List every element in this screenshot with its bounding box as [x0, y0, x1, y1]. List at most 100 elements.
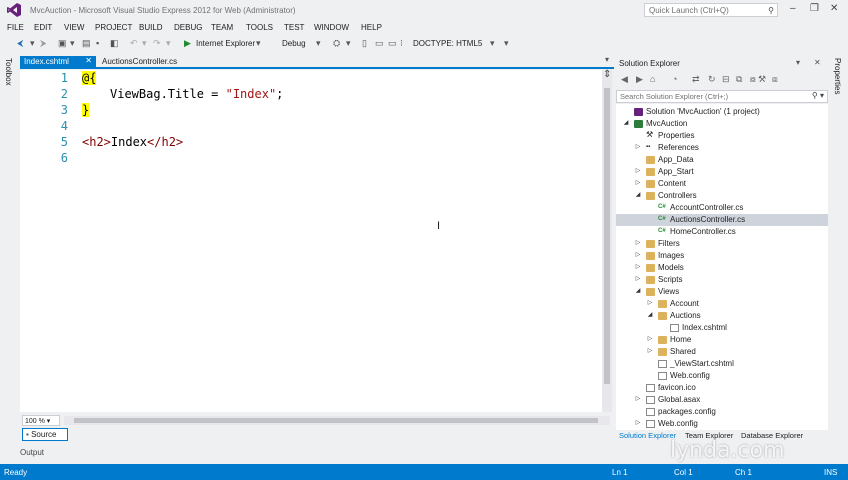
split-window-icon[interactable]: ⇕ — [603, 70, 611, 80]
collapsed-arrow-icon[interactable]: ▷ — [634, 167, 642, 174]
preview-selected-icon[interactable]: ⧈ — [772, 74, 778, 85]
menu-debug[interactable]: DEBUG — [174, 23, 202, 32]
back-icon[interactable]: ◀ — [621, 74, 628, 85]
tree-node[interactable]: ⚒ Properties — [616, 130, 828, 142]
scrollbar-thumb[interactable] — [604, 88, 610, 384]
tree-node[interactable]: Web.config — [616, 370, 828, 382]
scrollbar-thumb[interactable] — [74, 418, 598, 423]
collapsed-arrow-icon[interactable]: ▷ — [634, 179, 642, 186]
redo-icon[interactable]: ↷ — [153, 38, 161, 49]
properties-tab[interactable]: Properties — [833, 58, 842, 94]
collapsed-arrow-icon[interactable]: ▷ — [634, 143, 642, 150]
tree-node[interactable]: Index.cshtml — [616, 322, 828, 334]
tree-node[interactable]: ▷ Home — [616, 334, 828, 346]
view-code-icon[interactable]: ⧇ — [750, 74, 756, 85]
tree-node[interactable]: ◢ Controllers — [616, 190, 828, 202]
save-icon[interactable]: ▪ — [96, 38, 99, 48]
tab-solution-explorer[interactable]: Solution Explorer — [619, 431, 676, 440]
tree-node[interactable]: C# AccountController.cs — [616, 202, 828, 214]
redo-dropdown-icon[interactable]: ▾ — [166, 38, 171, 49]
collapsed-arrow-icon[interactable]: ▷ — [634, 395, 642, 402]
collapsed-arrow-icon[interactable]: ▷ — [634, 251, 642, 258]
menu-help[interactable]: HELP — [361, 23, 382, 32]
tree-node[interactable]: App_Data — [616, 154, 828, 166]
tree-node[interactable]: C# HomeController.cs — [616, 226, 828, 238]
browser-link-dropdown-icon[interactable]: ▾ — [346, 38, 351, 49]
collapsed-arrow-icon[interactable]: ▷ — [634, 419, 642, 426]
menu-project[interactable]: PROJECT — [95, 23, 132, 32]
indent-icon[interactable]: ⁝ — [400, 38, 403, 49]
doctype-dropdown-icon[interactable]: ▾ — [490, 38, 495, 49]
configuration-selector[interactable]: Debug — [282, 39, 306, 48]
browser-selector[interactable]: Internet Explorer — [196, 39, 255, 48]
close-icon[interactable]: ✕ — [85, 56, 92, 65]
quick-launch-input[interactable]: Quick Launch (Ctrl+Q) ⚲ — [644, 3, 778, 17]
back-icon[interactable]: ⮜ — [17, 38, 23, 49]
tree-node[interactable]: packages.config — [616, 406, 828, 418]
pending-changes-icon[interactable]: ◔ — [672, 74, 677, 84]
collapsed-arrow-icon[interactable]: ▷ — [634, 263, 642, 270]
new-dropdown-icon[interactable]: ▾ — [70, 38, 75, 49]
menu-build[interactable]: BUILD — [139, 23, 163, 32]
menu-tools[interactable]: TOOLS — [246, 23, 273, 32]
collapsed-arrow-icon[interactable]: ▷ — [634, 239, 642, 246]
tab-index-cshtml[interactable]: Index.cshtml ✕ — [20, 56, 96, 68]
tree-node[interactable]: ▷ Scripts — [616, 274, 828, 286]
expanded-arrow-icon[interactable]: ◢ — [622, 119, 630, 126]
tree-node[interactable]: C# AuctionsController.cs — [616, 214, 828, 226]
tree-node[interactable]: ▷ Models — [616, 262, 828, 274]
tree-node[interactable]: ◢ MvcAuction — [616, 118, 828, 130]
configuration-dropdown-icon[interactable]: ▾ — [316, 38, 321, 49]
collapsed-arrow-icon[interactable]: ▷ — [646, 299, 654, 306]
doctype-selector[interactable]: DOCTYPE: HTML5 — [413, 39, 482, 48]
restore-button[interactable]: ❐ — [810, 3, 819, 14]
zoom-selector[interactable]: 100 % ▾ — [22, 415, 60, 426]
properties-icon[interactable]: ⚒ — [758, 74, 766, 85]
toolbox-tab[interactable]: Toolbox — [4, 58, 13, 86]
collapsed-arrow-icon[interactable]: ▷ — [634, 275, 642, 282]
comment-icon[interactable]: ▭ — [375, 38, 384, 49]
menu-team[interactable]: TEAM — [211, 23, 233, 32]
tab-auctions-controller[interactable]: AuctionsController.cs — [98, 56, 181, 68]
tree-node[interactable]: ▷ Images — [616, 250, 828, 262]
forward-icon[interactable]: ▶ — [636, 74, 643, 85]
collapse-all-icon[interactable]: ⊟ — [722, 74, 730, 85]
tree-node[interactable]: ▷ Account — [616, 298, 828, 310]
forward-icon[interactable]: ⮞ — [40, 38, 47, 49]
tree-node[interactable]: ▷ Web.config — [616, 418, 828, 430]
source-view-tab[interactable]: ▪ Source — [22, 428, 68, 441]
output-tab[interactable]: Output — [20, 448, 44, 457]
expanded-arrow-icon[interactable]: ◢ — [634, 287, 642, 294]
menu-view[interactable]: VIEW — [64, 23, 84, 32]
undo-dropdown-icon[interactable]: ▾ — [142, 38, 147, 49]
save-all-icon[interactable]: ◧ — [110, 38, 119, 49]
start-debugging-icon[interactable]: ▶ — [184, 38, 191, 49]
show-all-files-icon[interactable]: ⧉ — [736, 74, 742, 85]
minimize-button[interactable]: – — [790, 3, 796, 14]
tree-node[interactable]: _ViewStart.cshtml — [616, 358, 828, 370]
new-project-icon[interactable]: ▣ — [58, 38, 67, 49]
expanded-arrow-icon[interactable]: ◢ — [646, 311, 654, 318]
sync-icon[interactable]: ⇄ — [692, 74, 700, 85]
back-dropdown-icon[interactable]: ▾ — [30, 38, 35, 49]
close-icon[interactable]: ✕ — [814, 58, 821, 67]
pin-icon[interactable]: ▾ — [796, 58, 800, 67]
tree-node[interactable]: ▷ App_Start — [616, 166, 828, 178]
tree-node[interactable]: Solution 'MvcAuction' (1 project) — [616, 106, 828, 118]
menu-test[interactable]: TEST — [284, 23, 304, 32]
tab-list-dropdown-icon[interactable]: ▾ — [605, 55, 609, 64]
tree-node[interactable]: ◢ Auctions — [616, 310, 828, 322]
tree-node[interactable]: ▷ ▪▪ References — [616, 142, 828, 154]
solution-explorer-search[interactable]: Search Solution Explorer (Ctrl+;) ⚲ ▾ — [616, 90, 828, 103]
close-button[interactable]: ✕ — [830, 3, 838, 14]
browser-link-icon[interactable]: ⛭ — [333, 38, 340, 49]
tree-node[interactable]: favicon.ico — [616, 382, 828, 394]
menu-edit[interactable]: EDIT — [34, 23, 52, 32]
refresh-icon[interactable]: ↻ — [708, 74, 716, 85]
open-file-icon[interactable]: ▤ — [82, 38, 91, 49]
editor-vertical-scrollbar[interactable] — [602, 70, 612, 412]
code-editor[interactable]: 1 2 3 4 5 6 @{ ViewBag.Title = "Index"; … — [20, 70, 602, 412]
collapsed-arrow-icon[interactable]: ▷ — [646, 347, 654, 354]
undo-icon[interactable]: ↶ — [130, 38, 138, 49]
expanded-arrow-icon[interactable]: ◢ — [634, 191, 642, 198]
